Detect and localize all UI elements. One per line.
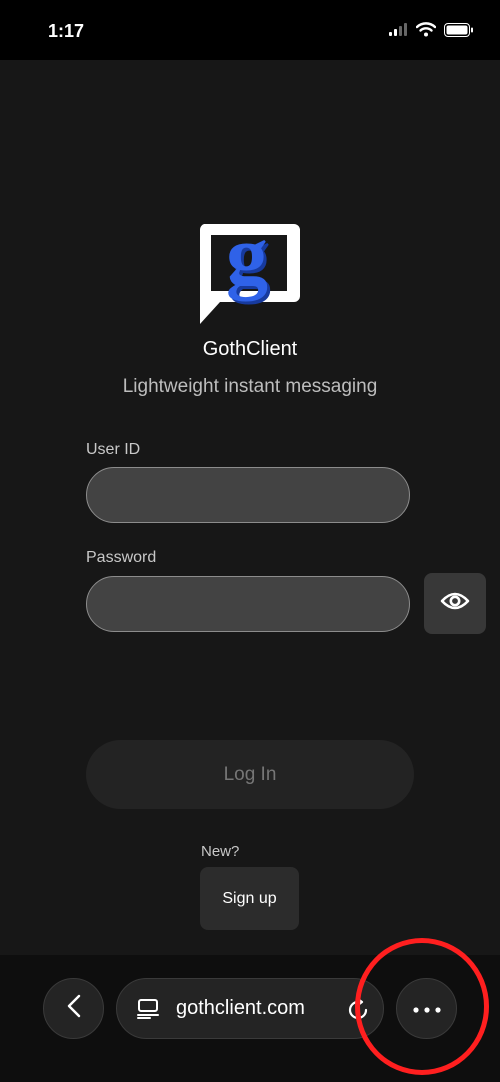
goth-logo-icon: g g <box>198 209 302 328</box>
more-dots-icon <box>412 1000 441 1018</box>
wifi-icon <box>415 22 437 42</box>
battery-icon <box>444 22 474 42</box>
app-tagline: Lightweight instant messaging <box>122 376 378 397</box>
user-id-input[interactable] <box>86 467 410 523</box>
url-bar[interactable]: gothclient.com <box>116 978 384 1039</box>
user-id-label: User ID <box>86 441 141 458</box>
status-bar: 1:17 <box>0 0 500 60</box>
status-icons <box>389 22 474 42</box>
back-button[interactable] <box>43 978 104 1039</box>
page-icon <box>137 999 159 1024</box>
svg-text:g: g <box>226 224 268 302</box>
url-text: gothclient.com <box>176 997 305 1019</box>
cellular-signal-icon <box>389 23 408 41</box>
new-user-label: New? <box>201 843 240 860</box>
more-options-button[interactable] <box>396 978 457 1039</box>
chevron-left-icon <box>67 994 81 1023</box>
reload-icon[interactable] <box>347 997 369 1026</box>
login-button[interactable]: Log In <box>86 740 414 809</box>
status-time: 1:17 <box>48 21 85 41</box>
show-password-button[interactable] <box>424 573 486 634</box>
password-label: Password <box>86 549 157 566</box>
password-input[interactable] <box>86 576 410 632</box>
signup-button[interactable]: Sign up <box>200 867 299 930</box>
app-name: GothClient <box>202 338 298 360</box>
eye-icon <box>440 591 470 616</box>
